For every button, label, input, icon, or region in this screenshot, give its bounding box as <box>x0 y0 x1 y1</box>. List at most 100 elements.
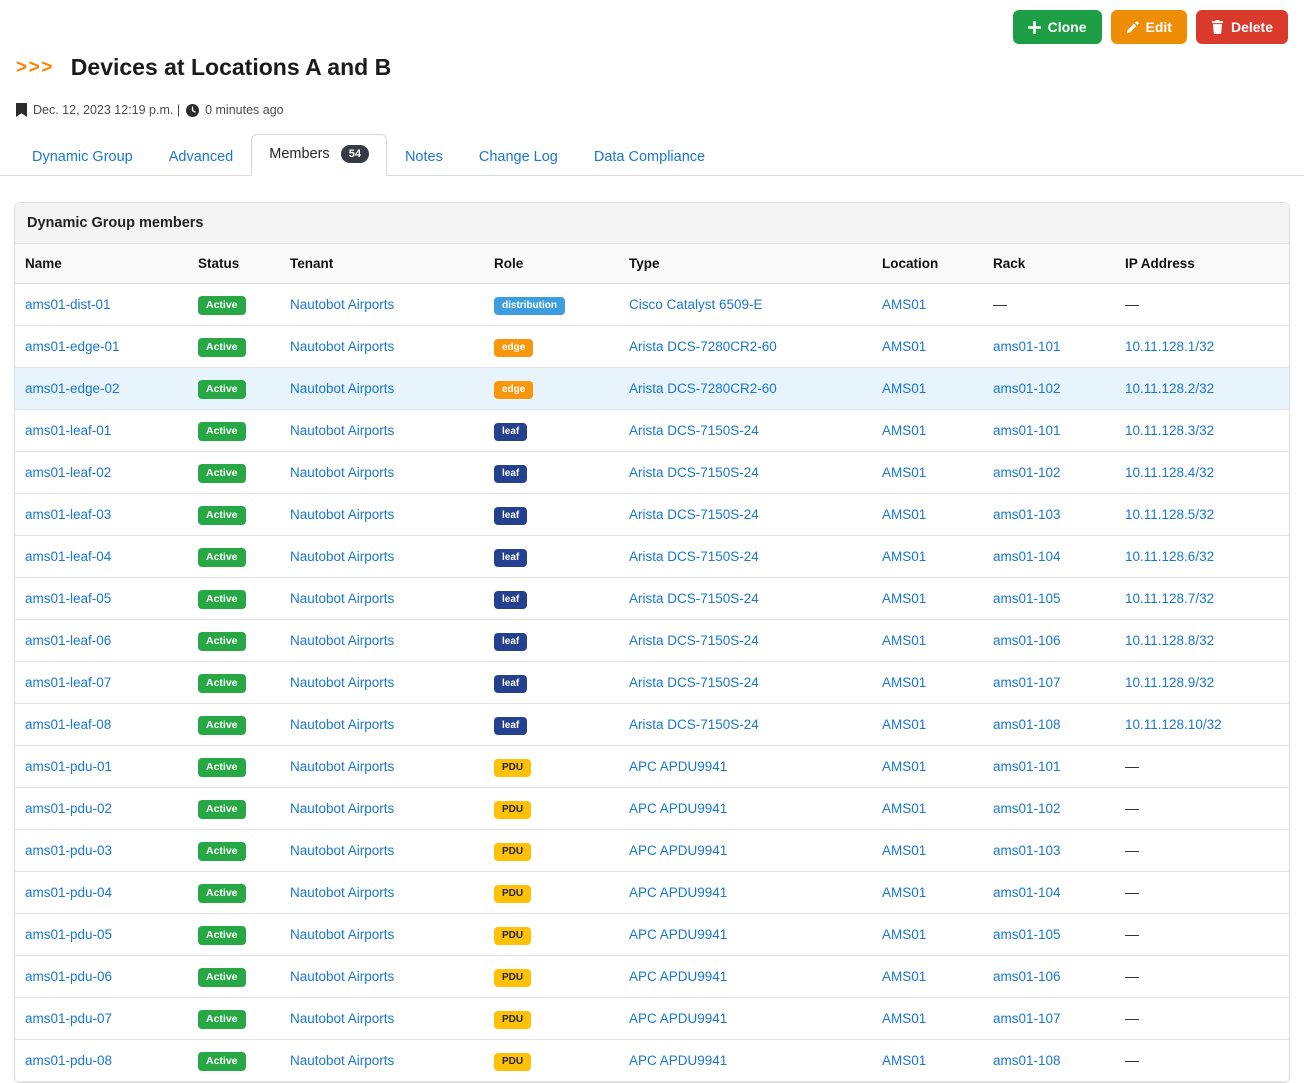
device-name-link[interactable]: ams01-pdu-03 <box>25 843 112 858</box>
device-type-link[interactable]: Cisco Catalyst 6509-E <box>629 297 763 312</box>
clone-button[interactable]: Clone <box>1013 10 1102 44</box>
ip-address-link[interactable]: 10.11.128.6/32 <box>1125 549 1214 564</box>
device-type-link[interactable]: Arista DCS-7150S-24 <box>629 507 759 522</box>
ip-address-link[interactable]: 10.11.128.4/32 <box>1125 465 1214 480</box>
device-name-link[interactable]: ams01-dist-01 <box>25 297 111 312</box>
ip-address-link[interactable]: 10.11.128.10/32 <box>1125 717 1222 732</box>
device-name-link[interactable]: ams01-leaf-01 <box>25 423 111 438</box>
ip-address-link[interactable]: 10.11.128.3/32 <box>1125 423 1214 438</box>
rack-link[interactable]: ams01-102 <box>993 381 1061 396</box>
location-link[interactable]: AMS01 <box>882 1053 926 1068</box>
tenant-link[interactable]: Nautobot Airports <box>290 675 394 690</box>
rack-link[interactable]: ams01-105 <box>993 927 1061 942</box>
tenant-link[interactable]: Nautobot Airports <box>290 507 394 522</box>
device-name-link[interactable]: ams01-pdu-04 <box>25 885 112 900</box>
device-name-link[interactable]: ams01-leaf-06 <box>25 633 111 648</box>
rack-link[interactable]: ams01-101 <box>993 759 1061 774</box>
rack-link[interactable]: ams01-106 <box>993 969 1061 984</box>
device-name-link[interactable]: ams01-leaf-03 <box>25 507 111 522</box>
rack-link[interactable]: ams01-107 <box>993 1011 1061 1026</box>
device-type-link[interactable]: APC APDU9941 <box>629 801 727 816</box>
tenant-link[interactable]: Nautobot Airports <box>290 969 394 984</box>
rack-link[interactable]: ams01-106 <box>993 633 1061 648</box>
tab-members[interactable]: Members 54 <box>251 134 387 176</box>
device-type-link[interactable]: Arista DCS-7150S-24 <box>629 423 759 438</box>
location-link[interactable]: AMS01 <box>882 1011 926 1026</box>
tab-change-log[interactable]: Change Log <box>461 137 576 176</box>
tenant-link[interactable]: Nautobot Airports <box>290 297 394 312</box>
tenant-link[interactable]: Nautobot Airports <box>290 927 394 942</box>
ip-address-link[interactable]: 10.11.128.1/32 <box>1125 339 1214 354</box>
tenant-link[interactable]: Nautobot Airports <box>290 633 394 648</box>
tenant-link[interactable]: Nautobot Airports <box>290 885 394 900</box>
device-name-link[interactable]: ams01-edge-01 <box>25 339 120 354</box>
device-name-link[interactable]: ams01-leaf-05 <box>25 591 111 606</box>
device-type-link[interactable]: Arista DCS-7150S-24 <box>629 465 759 480</box>
device-type-link[interactable]: Arista DCS-7150S-24 <box>629 549 759 564</box>
location-link[interactable]: AMS01 <box>882 297 926 312</box>
location-link[interactable]: AMS01 <box>882 633 926 648</box>
tenant-link[interactable]: Nautobot Airports <box>290 717 394 732</box>
tenant-link[interactable]: Nautobot Airports <box>290 1011 394 1026</box>
tenant-link[interactable]: Nautobot Airports <box>290 465 394 480</box>
device-name-link[interactable]: ams01-pdu-06 <box>25 969 112 984</box>
delete-button[interactable]: Delete <box>1196 10 1288 44</box>
location-link[interactable]: AMS01 <box>882 423 926 438</box>
rack-link[interactable]: ams01-108 <box>993 717 1061 732</box>
tenant-link[interactable]: Nautobot Airports <box>290 1053 394 1068</box>
ip-address-link[interactable]: 10.11.128.8/32 <box>1125 633 1214 648</box>
location-link[interactable]: AMS01 <box>882 549 926 564</box>
location-link[interactable]: AMS01 <box>882 801 926 816</box>
tab-data-compliance[interactable]: Data Compliance <box>576 137 723 176</box>
tenant-link[interactable]: Nautobot Airports <box>290 549 394 564</box>
edit-button[interactable]: Edit <box>1111 10 1187 44</box>
device-type-link[interactable]: Arista DCS-7150S-24 <box>629 591 759 606</box>
rack-link[interactable]: ams01-102 <box>993 801 1061 816</box>
tenant-link[interactable]: Nautobot Airports <box>290 801 394 816</box>
location-link[interactable]: AMS01 <box>882 675 926 690</box>
device-name-link[interactable]: ams01-pdu-01 <box>25 759 112 774</box>
device-name-link[interactable]: ams01-pdu-05 <box>25 927 112 942</box>
tenant-link[interactable]: Nautobot Airports <box>290 843 394 858</box>
rack-link[interactable]: ams01-102 <box>993 465 1061 480</box>
device-name-link[interactable]: ams01-pdu-02 <box>25 801 112 816</box>
rack-link[interactable]: ams01-107 <box>993 675 1061 690</box>
tab-dynamic-group[interactable]: Dynamic Group <box>14 137 151 176</box>
ip-address-link[interactable]: 10.11.128.2/32 <box>1125 381 1214 396</box>
rack-link[interactable]: ams01-101 <box>993 423 1061 438</box>
device-type-link[interactable]: APC APDU9941 <box>629 969 727 984</box>
device-name-link[interactable]: ams01-edge-02 <box>25 381 120 396</box>
device-type-link[interactable]: APC APDU9941 <box>629 759 727 774</box>
rack-link[interactable]: ams01-105 <box>993 591 1061 606</box>
rack-link[interactable]: ams01-101 <box>993 339 1061 354</box>
tenant-link[interactable]: Nautobot Airports <box>290 381 394 396</box>
device-type-link[interactable]: APC APDU9941 <box>629 885 727 900</box>
location-link[interactable]: AMS01 <box>882 927 926 942</box>
tenant-link[interactable]: Nautobot Airports <box>290 339 394 354</box>
location-link[interactable]: AMS01 <box>882 843 926 858</box>
tenant-link[interactable]: Nautobot Airports <box>290 423 394 438</box>
device-type-link[interactable]: Arista DCS-7150S-24 <box>629 675 759 690</box>
device-type-link[interactable]: APC APDU9941 <box>629 1053 727 1068</box>
location-link[interactable]: AMS01 <box>882 381 926 396</box>
location-link[interactable]: AMS01 <box>882 339 926 354</box>
rack-link[interactable]: ams01-103 <box>993 843 1061 858</box>
device-type-link[interactable]: APC APDU9941 <box>629 1011 727 1026</box>
ip-address-link[interactable]: 10.11.128.5/32 <box>1125 507 1214 522</box>
device-type-link[interactable]: Arista DCS-7150S-24 <box>629 717 759 732</box>
ip-address-link[interactable]: 10.11.128.7/32 <box>1125 591 1214 606</box>
location-link[interactable]: AMS01 <box>882 717 926 732</box>
rack-link[interactable]: ams01-104 <box>993 549 1061 564</box>
location-link[interactable]: AMS01 <box>882 969 926 984</box>
location-link[interactable]: AMS01 <box>882 591 926 606</box>
rack-link[interactable]: ams01-108 <box>993 1053 1061 1068</box>
device-type-link[interactable]: Arista DCS-7280CR2-60 <box>629 381 777 396</box>
device-type-link[interactable]: Arista DCS-7280CR2-60 <box>629 339 777 354</box>
location-link[interactable]: AMS01 <box>882 885 926 900</box>
device-type-link[interactable]: APC APDU9941 <box>629 927 727 942</box>
tab-notes[interactable]: Notes <box>387 137 461 176</box>
device-name-link[interactable]: ams01-leaf-02 <box>25 465 111 480</box>
tab-advanced[interactable]: Advanced <box>151 137 252 176</box>
device-name-link[interactable]: ams01-leaf-07 <box>25 675 111 690</box>
rack-link[interactable]: ams01-103 <box>993 507 1061 522</box>
